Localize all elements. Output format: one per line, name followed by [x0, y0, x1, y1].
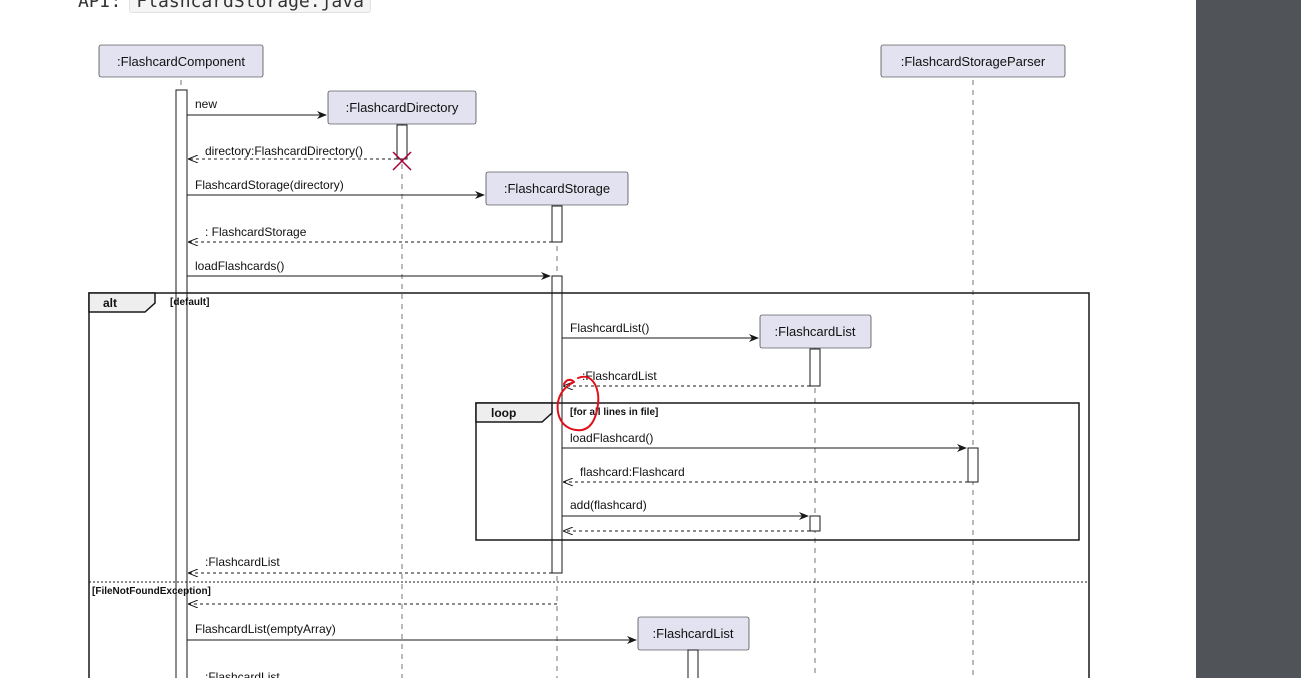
loop-fragment: loop [for all lines in file]	[475, 402, 1080, 541]
participant-list2-label: :FlashcardList	[653, 626, 734, 641]
participant-list1: :FlashcardList	[759, 314, 872, 349]
participant-component: :FlashcardComponent	[98, 44, 264, 78]
alt-guard: [default]	[170, 297, 209, 308]
participant-parser: :FlashcardStorageParser	[880, 44, 1066, 78]
activation-parser	[967, 447, 979, 483]
message-empty-list-return-label: :FlashcardList	[205, 670, 280, 678]
participant-list2: :FlashcardList	[637, 616, 750, 651]
message-loadflashcards-return: :FlashcardList	[189, 555, 552, 573]
loop-keyword: loop	[491, 406, 516, 420]
message-list-ctor-label: FlashcardList()	[570, 321, 649, 335]
message-directory-return-label: directory:FlashcardDirectory()	[205, 144, 363, 158]
message-storage-return: : FlashcardStorage	[189, 225, 552, 242]
participant-storage: :FlashcardStorage	[485, 171, 629, 206]
loop-guard: [for all lines in file]	[570, 407, 658, 418]
activation-storage-ctor	[551, 205, 563, 243]
message-load-flashcard-label: loadFlashcard()	[570, 431, 653, 445]
message-storage-ctor-label: FlashcardStorage(directory)	[195, 178, 344, 192]
activation-storage-load	[551, 275, 563, 574]
activation-list1-add	[809, 515, 821, 532]
message-load-flashcards-label: loadFlashcards()	[195, 259, 284, 273]
participant-list1-label: :FlashcardList	[775, 324, 856, 339]
message-storage-return-label: : FlashcardStorage	[205, 225, 307, 239]
message-list-return: :FlashcardList	[564, 369, 810, 386]
message-flashcard-return: flashcard:Flashcard	[564, 465, 968, 482]
alt-keyword: alt	[103, 296, 117, 310]
participant-storage-label: :FlashcardStorage	[504, 181, 610, 196]
message-new: new	[187, 97, 327, 119]
participant-component-label: :FlashcardComponent	[117, 54, 245, 69]
activation-list2	[687, 649, 699, 678]
participant-directory-label: :FlashcardDirectory	[346, 100, 459, 115]
participant-directory: :FlashcardDirectory	[327, 90, 477, 125]
activation-directory	[396, 124, 408, 160]
message-empty-list-return: :FlashcardList	[205, 670, 280, 678]
activation-list1-ctor	[809, 348, 821, 387]
sequence-diagram: :FlashcardComponent :FlashcardStoragePar…	[88, 44, 1090, 678]
message-flashcard-return-label: flashcard:Flashcard	[580, 465, 685, 479]
message-add-label: add(flashcard)	[570, 498, 647, 512]
alt-fragment: alt [default] [FileNotFoundException]	[88, 292, 1090, 678]
message-storage-ctor: FlashcardStorage(directory)	[187, 178, 485, 199]
else-guard: [FileNotFoundException]	[92, 586, 211, 597]
message-loadflashcards-return-label: :FlashcardList	[205, 555, 280, 569]
message-add: add(flashcard)	[562, 498, 809, 520]
document-page: API: FlashcardStorage.java :FlashcardCom	[0, 0, 1196, 678]
message-empty-list-ctor-label: FlashcardList(emptyArray)	[195, 622, 336, 636]
side-panel	[1196, 0, 1301, 678]
message-directory-return: directory:FlashcardDirectory()	[189, 144, 397, 159]
message-new-label: new	[195, 97, 217, 111]
participant-parser-label: :FlashcardStorageParser	[901, 54, 1046, 69]
message-load-flashcards: loadFlashcards()	[187, 259, 551, 280]
message-list-ctor: FlashcardList()	[562, 321, 759, 342]
message-empty-list-ctor: FlashcardList(emptyArray)	[187, 622, 637, 644]
message-load-flashcard: loadFlashcard()	[562, 431, 967, 452]
